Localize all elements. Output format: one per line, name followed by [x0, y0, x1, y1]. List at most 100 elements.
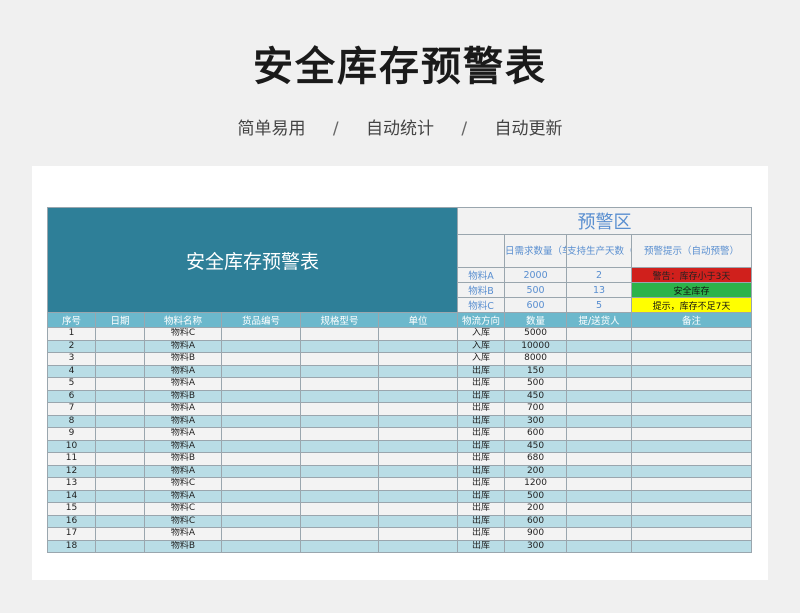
date-cell[interactable]	[95, 477, 145, 491]
item-name-cell[interactable]: 物料A	[144, 439, 222, 453]
date-cell[interactable]	[95, 439, 145, 453]
date-cell[interactable]	[95, 377, 145, 391]
quantity-cell[interactable]: 200	[504, 464, 568, 478]
date-cell[interactable]	[95, 502, 145, 516]
item-code-cell[interactable]	[221, 427, 301, 441]
unit-cell[interactable]	[377, 339, 459, 353]
quantity-cell[interactable]: 700	[504, 402, 568, 416]
quantity-cell[interactable]: 1200	[504, 477, 568, 491]
quantity-cell[interactable]: 500	[504, 489, 568, 503]
item-name-cell[interactable]: 物料A	[144, 489, 222, 503]
item-name-cell[interactable]: 物料B	[144, 452, 222, 466]
row-number-cell[interactable]: 1	[47, 327, 96, 341]
spec-cell[interactable]	[300, 502, 379, 516]
date-cell[interactable]	[95, 364, 145, 378]
date-cell[interactable]	[95, 514, 145, 528]
item-name-cell[interactable]: 物料B	[144, 539, 222, 553]
date-cell[interactable]	[95, 427, 145, 441]
quantity-cell[interactable]: 680	[504, 452, 568, 466]
unit-cell[interactable]	[377, 489, 459, 503]
handler-cell[interactable]	[566, 339, 633, 353]
item-code-cell[interactable]	[221, 389, 301, 403]
item-name-cell[interactable]: 物料C	[144, 477, 222, 491]
remark-cell[interactable]	[631, 377, 753, 391]
handler-cell[interactable]	[566, 364, 633, 378]
handler-cell[interactable]	[566, 539, 633, 553]
direction-cell[interactable]: 出库	[457, 389, 506, 403]
quantity-cell[interactable]: 600	[504, 514, 568, 528]
remark-cell[interactable]	[631, 464, 753, 478]
spec-cell[interactable]	[300, 427, 379, 441]
quantity-cell[interactable]: 300	[504, 539, 568, 553]
handler-cell[interactable]	[566, 502, 633, 516]
spec-cell[interactable]	[300, 402, 379, 416]
handler-cell[interactable]	[566, 477, 633, 491]
item-code-cell[interactable]	[221, 502, 301, 516]
date-cell[interactable]	[95, 414, 145, 428]
date-cell[interactable]	[95, 402, 145, 416]
item-name-cell[interactable]: 物料A	[144, 377, 222, 391]
item-name-cell[interactable]: 物料A	[144, 427, 222, 441]
remark-cell[interactable]	[631, 502, 753, 516]
remark-cell[interactable]	[631, 452, 753, 466]
direction-cell[interactable]: 入库	[457, 339, 506, 353]
date-cell[interactable]	[95, 352, 145, 366]
quantity-cell[interactable]: 10000	[504, 339, 568, 353]
spec-cell[interactable]	[300, 477, 379, 491]
row-number-cell[interactable]: 7	[47, 402, 96, 416]
handler-cell[interactable]	[566, 414, 633, 428]
unit-cell[interactable]	[377, 402, 459, 416]
item-code-cell[interactable]	[221, 477, 301, 491]
spec-cell[interactable]	[300, 352, 379, 366]
row-number-cell[interactable]: 14	[47, 489, 96, 503]
row-number-cell[interactable]: 13	[47, 477, 96, 491]
unit-cell[interactable]	[377, 427, 459, 441]
item-code-cell[interactable]	[221, 364, 301, 378]
item-name-cell[interactable]: 物料A	[144, 364, 222, 378]
item-code-cell[interactable]	[221, 414, 301, 428]
item-code-cell[interactable]	[221, 352, 301, 366]
item-name-cell[interactable]: 物料A	[144, 464, 222, 478]
handler-cell[interactable]	[566, 514, 633, 528]
handler-cell[interactable]	[566, 352, 633, 366]
item-code-cell[interactable]	[221, 464, 301, 478]
item-code-cell[interactable]	[221, 439, 301, 453]
item-name-cell[interactable]: 物料A	[144, 527, 222, 541]
item-code-cell[interactable]	[221, 489, 301, 503]
remark-cell[interactable]	[631, 489, 753, 503]
spec-cell[interactable]	[300, 452, 379, 466]
row-number-cell[interactable]: 5	[47, 377, 96, 391]
quantity-cell[interactable]: 5000	[504, 327, 568, 341]
handler-cell[interactable]	[566, 452, 633, 466]
handler-cell[interactable]	[566, 402, 633, 416]
item-name-cell[interactable]: 物料A	[144, 402, 222, 416]
date-cell[interactable]	[95, 527, 145, 541]
remark-cell[interactable]	[631, 514, 753, 528]
unit-cell[interactable]	[377, 377, 459, 391]
unit-cell[interactable]	[377, 464, 459, 478]
remark-cell[interactable]	[631, 427, 753, 441]
quantity-cell[interactable]: 500	[504, 377, 568, 391]
remark-cell[interactable]	[631, 477, 753, 491]
date-cell[interactable]	[95, 339, 145, 353]
item-name-cell[interactable]: 物料C	[144, 514, 222, 528]
remark-cell[interactable]	[631, 352, 753, 366]
remark-cell[interactable]	[631, 339, 753, 353]
date-cell[interactable]	[95, 452, 145, 466]
remark-cell[interactable]	[631, 389, 753, 403]
quantity-cell[interactable]: 200	[504, 502, 568, 516]
direction-cell[interactable]: 出库	[457, 527, 506, 541]
unit-cell[interactable]	[377, 539, 459, 553]
spec-cell[interactable]	[300, 514, 379, 528]
remark-cell[interactable]	[631, 364, 753, 378]
remark-cell[interactable]	[631, 414, 753, 428]
date-cell[interactable]	[95, 489, 145, 503]
direction-cell[interactable]: 出库	[457, 414, 506, 428]
spec-cell[interactable]	[300, 489, 379, 503]
direction-cell[interactable]: 出库	[457, 427, 506, 441]
spec-cell[interactable]	[300, 439, 379, 453]
date-cell[interactable]	[95, 389, 145, 403]
direction-cell[interactable]: 出库	[457, 452, 506, 466]
remark-cell[interactable]	[631, 402, 753, 416]
row-number-cell[interactable]: 4	[47, 364, 96, 378]
